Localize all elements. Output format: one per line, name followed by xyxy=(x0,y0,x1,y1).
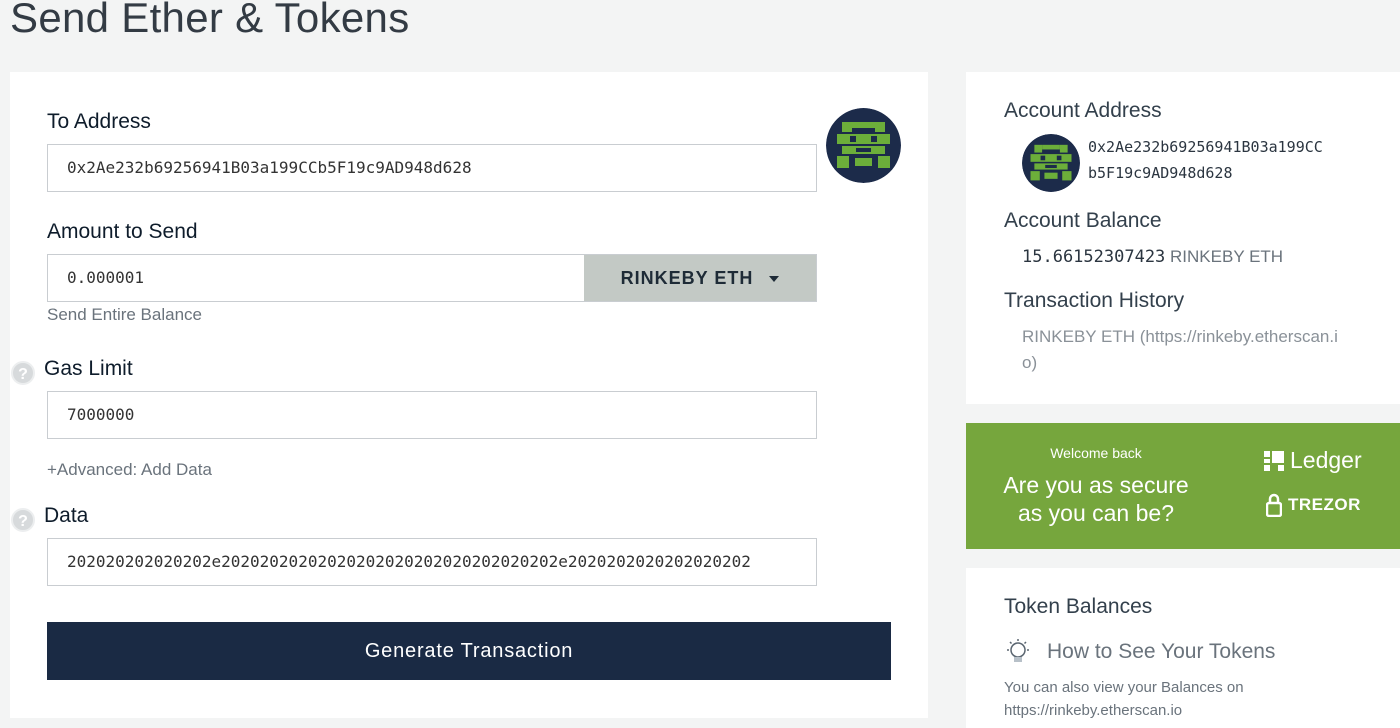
account-balance: 15.66152307423 RINKEBY ETH xyxy=(1022,247,1283,267)
token-balances-heading: Token Balances xyxy=(1004,595,1153,618)
unit-dropdown[interactable]: RINKEBY ETH xyxy=(584,254,817,302)
promo-headline: Are you as secure as you can be? xyxy=(966,471,1226,527)
transaction-history-line-2: o) xyxy=(1022,353,1038,372)
to-address-label: To Address xyxy=(47,110,151,133)
how-to-see-tokens-link[interactable]: How to See Your Tokens xyxy=(1047,640,1275,664)
account-address-heading: Account Address xyxy=(1004,99,1162,122)
hardware-wallet-promo-banner[interactable]: Welcome back Are you as secure as you ca… xyxy=(966,423,1400,549)
promo-headline-line-1: Are you as secure xyxy=(1003,472,1189,498)
send-entire-balance-link[interactable]: Send Entire Balance xyxy=(47,305,202,325)
account-balance-unit: RINKEBY ETH xyxy=(1170,247,1284,266)
advanced-add-data-link[interactable]: +Advanced: Add Data xyxy=(47,460,212,480)
ledger-wordmark: Ledger xyxy=(1290,447,1362,473)
transaction-history-link[interactable]: RINKEBY ETH (https://rinkeby.etherscan.i… xyxy=(1022,324,1400,376)
gas-limit-input[interactable]: 7000000 xyxy=(47,391,817,439)
token-balances-note: You can also view your Balances on https… xyxy=(1004,676,1244,722)
lightbulb-icon xyxy=(1007,639,1029,662)
transaction-history-line-1: RINKEBY ETH (https://rinkeby.etherscan.i xyxy=(1022,327,1338,346)
token-balances-note-line-1: You can also view your Balances on xyxy=(1004,679,1244,696)
account-balance-heading: Account Balance xyxy=(1004,209,1162,232)
ledger-icon xyxy=(1264,450,1284,471)
chevron-down-icon xyxy=(769,276,780,282)
trezor-lock-icon xyxy=(1266,493,1282,517)
generate-transaction-button[interactable]: Generate Transaction xyxy=(47,622,891,680)
to-address-identicon xyxy=(826,108,901,183)
ledger-logo: Ledger xyxy=(1264,447,1362,474)
etherscan-link[interactable]: https://rinkeby.etherscan.io xyxy=(1004,699,1244,722)
amount-input[interactable]: 0.000001 xyxy=(47,254,585,302)
gas-limit-help-icon[interactable]: ? xyxy=(11,361,35,385)
data-label: Data xyxy=(44,504,89,527)
promo-welcome-text: Welcome back xyxy=(1050,445,1142,461)
data-help-icon[interactable]: ? xyxy=(11,508,35,532)
account-address-value: 0x2Ae232b69256941B03a199CC b5F19c9AD948d… xyxy=(1088,134,1323,186)
to-address-input[interactable]: 0x2Ae232b69256941B03a199CCb5F19c9AD948d6… xyxy=(47,144,817,192)
promo-headline-line-2: as you can be? xyxy=(1017,500,1174,526)
trezor-logo: TREZOR xyxy=(1266,493,1361,517)
amount-label: Amount to Send xyxy=(47,220,198,243)
account-address-line-2: b5F19c9AD948d628 xyxy=(1088,164,1233,182)
account-info-panel: Account Address 0x2Ae232b69256941B03a199… xyxy=(966,72,1400,404)
trezor-wordmark: TREZOR xyxy=(1288,495,1361,514)
page-title: Send Ether & Tokens xyxy=(10,0,410,41)
account-address-line-1: 0x2Ae232b69256941B03a199CC xyxy=(1088,138,1323,156)
transaction-history-heading: Transaction History xyxy=(1004,289,1185,312)
unit-dropdown-label: RINKEBY ETH xyxy=(620,267,754,288)
token-balances-panel: Token Balances How to See Your Tokens Yo… xyxy=(966,568,1400,728)
data-input[interactable]: 202020202020202e202020202020202020202020… xyxy=(47,538,817,586)
send-form-panel: To Address 0x2Ae232b69256941B03a199CCb5F… xyxy=(10,72,928,718)
account-balance-value: 15.66152307423 xyxy=(1022,247,1166,267)
account-identicon xyxy=(1022,134,1080,192)
gas-limit-label: Gas Limit xyxy=(44,357,133,380)
